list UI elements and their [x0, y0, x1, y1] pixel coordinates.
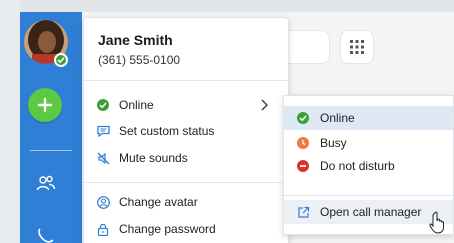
chat-bubble-icon: [96, 124, 110, 138]
chevron-right-icon: [260, 98, 269, 116]
menu-item-online-status[interactable]: Online: [96, 95, 154, 115]
status-option-label: Do not disturb: [320, 159, 395, 173]
menu-item-label: Set custom status: [119, 124, 215, 138]
muted-speaker-icon: [96, 151, 110, 165]
menu-item-label: Online: [119, 98, 154, 112]
status-option-do-not-disturb[interactable]: Do not disturb: [296, 156, 395, 176]
user-phone: (361) 555-0100: [98, 53, 181, 67]
check-icon: [57, 57, 65, 64]
green-check-circle-icon: [96, 98, 110, 112]
menu-item-label: Mute sounds: [119, 151, 188, 165]
presence-badge: [54, 53, 68, 67]
call-manager-label: Open call manager: [320, 205, 422, 219]
new-conversation-button[interactable]: [28, 88, 62, 122]
menu-item-change-password[interactable]: Change password: [96, 219, 216, 239]
phone-button[interactable]: [37, 228, 55, 243]
user-circle-icon: [96, 195, 110, 209]
menu-divider: [84, 80, 288, 81]
status-option-online[interactable]: Online: [296, 108, 355, 128]
grid-icon: [350, 40, 364, 54]
phone-icon: [38, 228, 54, 243]
menu-item-set-custom-status[interactable]: Set custom status: [96, 121, 214, 141]
plus-icon: [37, 97, 53, 113]
open-call-manager-item[interactable]: Open call manager: [296, 202, 421, 222]
profile-menu: Jane Smith (361) 555-0100 Online Set cus…: [83, 17, 289, 243]
minus-circle-icon: [296, 159, 310, 173]
submenu-divider: [284, 195, 453, 196]
menu-item-mute-sounds[interactable]: Mute sounds: [96, 148, 188, 168]
hand-cursor-icon: [429, 211, 447, 240]
external-link-icon: [296, 205, 310, 219]
lock-icon: [96, 222, 110, 236]
rail-divider: [30, 150, 72, 151]
busy-clock-icon: [296, 136, 310, 150]
contacts-icon: [36, 175, 56, 191]
user-name: Jane Smith: [98, 32, 173, 48]
top-strip: [20, 0, 454, 12]
menu-item-label: Change password: [119, 222, 216, 236]
menu-item-change-avatar[interactable]: Change avatar: [96, 192, 198, 212]
status-option-label: Busy: [320, 136, 347, 150]
contacts-button[interactable]: [36, 174, 56, 197]
menu-item-label: Change avatar: [119, 195, 198, 209]
status-option-busy[interactable]: Busy: [296, 133, 347, 153]
green-check-circle-icon: [296, 111, 310, 125]
status-option-label: Online: [320, 111, 355, 125]
apps-grid-button[interactable]: [340, 30, 374, 64]
menu-divider: [84, 182, 288, 183]
